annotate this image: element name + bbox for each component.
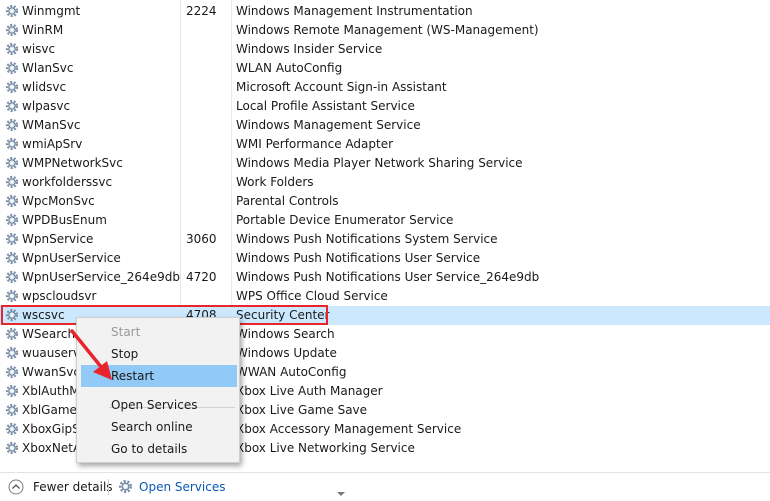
menu-item-go-to-details[interactable]: Go to details (77, 438, 239, 460)
service-name: Winmgmt (22, 4, 81, 18)
table-row[interactable]: WMPNetworkSvc Windows Media Player Networ… (0, 154, 770, 173)
bottom-bar: Fewer details Open Services (0, 472, 770, 501)
service-pid: 4720 (186, 270, 217, 284)
table-row[interactable]: wlpasvc Local Profile Assistant Service (0, 97, 770, 116)
service-description: Xbox Accessory Management Service (236, 422, 462, 436)
service-description: Windows Management Instrumentation (236, 4, 473, 18)
service-description: Portable Device Enumerator Service (236, 213, 454, 227)
service-description: Windows Remote Management (WS-Management… (236, 23, 539, 37)
service-name: WpnUserService (22, 251, 121, 265)
service-description: Windows Push Notifications User Service_… (236, 270, 540, 284)
service-description: WWAN AutoConfig (236, 365, 347, 379)
gear-icon (5, 99, 19, 113)
service-name: wpscloudsvr (22, 289, 97, 303)
service-name: wisvc (22, 42, 56, 56)
service-description: Windows Push Notifications System Servic… (236, 232, 498, 246)
table-row[interactable]: WpnService 3060 Windows Push Notifications… (0, 230, 770, 249)
service-description: Work Folders (236, 175, 314, 189)
service-name: wlidsvc (22, 80, 67, 94)
gear-icon (5, 23, 19, 37)
service-description: WMI Performance Adapter (236, 137, 394, 151)
table-row[interactable]: WinRM Windows Remote Management (WS-Manag… (0, 21, 770, 40)
table-row[interactable]: wlidsvc Microsoft Account Sign-in Assista… (0, 78, 770, 97)
service-name: WpcMonSvc (22, 194, 95, 208)
service-description: Windows Search (236, 327, 335, 341)
service-description: Local Profile Assistant Service (236, 99, 415, 113)
gear-icon (5, 270, 19, 284)
service-name: WpnUserService_264e9db (22, 270, 180, 284)
gear-icon (5, 422, 19, 436)
service-name: WPDBusEnum (22, 213, 107, 227)
table-row[interactable]: workfolderssvc Work Folders (0, 173, 770, 192)
table-row[interactable]: WPDBusEnum Portable Device Enumerator Ser… (0, 211, 770, 230)
service-name: WlanSvc (22, 61, 74, 75)
table-row[interactable]: wisvc Windows Insider Service (0, 40, 770, 59)
gear-icon (5, 61, 19, 75)
service-description: Xbox Live Game Save (236, 403, 368, 417)
table-row[interactable]: wmiApSrv WMI Performance Adapter (0, 135, 770, 154)
service-description: Xbox Live Auth Manager (236, 384, 383, 398)
gear-icon (5, 194, 19, 208)
gear-icon (5, 232, 19, 246)
table-row[interactable]: WpcMonSvc Parental Controls (0, 192, 770, 211)
table-row[interactable]: WManSvc Windows Management Service (0, 116, 770, 135)
gear-icon (5, 403, 19, 417)
gear-icon (5, 441, 19, 455)
table-row[interactable]: WpnUserService_264e9db 4720 Windows Push N… (0, 268, 770, 287)
service-description: Xbox Live Networking Service (236, 441, 415, 455)
services-gear-icon (118, 479, 133, 494)
chevron-up-icon (8, 479, 24, 495)
service-name: wmiApSrv (22, 137, 83, 151)
gear-icon (5, 80, 19, 94)
gear-icon (5, 137, 19, 151)
scroll-grip-icon[interactable] (337, 492, 345, 496)
open-services-label: Open Services (139, 480, 226, 494)
service-name: wlpasvc (22, 99, 71, 113)
gear-icon (5, 42, 19, 56)
service-name: WMPNetworkSvc (22, 156, 123, 170)
gear-icon (5, 289, 19, 303)
table-row[interactable]: wpscloudsvr WPS Office Cloud Service (0, 287, 770, 306)
service-name: XboxNetA (22, 441, 82, 455)
table-row[interactable]: Winmgmt 2224 Windows Management Instrument… (0, 2, 770, 21)
service-description: Parental Controls (236, 194, 339, 208)
table-row[interactable]: WpnUserService Windows Push Notifications… (0, 249, 770, 268)
gear-icon (5, 346, 19, 360)
service-pid: 2224 (186, 4, 217, 18)
service-description: Windows Push Notifications User Service (236, 251, 481, 265)
gear-icon (5, 327, 19, 341)
service-name: WManSvc (22, 118, 81, 132)
gear-icon (5, 175, 19, 189)
bottom-divider (108, 479, 109, 495)
gear-icon (5, 251, 19, 265)
annotation-arrow-icon (70, 329, 112, 380)
service-description: Windows Insider Service (236, 42, 383, 56)
gear-icon (5, 118, 19, 132)
gear-icon (5, 213, 19, 227)
service-name: WinRM (22, 23, 64, 37)
service-description: WLAN AutoConfig (236, 61, 343, 75)
fewer-details-label: Fewer details (33, 480, 113, 494)
table-row[interactable]: WlanSvc WLAN AutoConfig (0, 59, 770, 78)
gear-icon (5, 365, 19, 379)
service-description: Windows Media Player Network Sharing Ser… (236, 156, 523, 170)
menu-item-open-services[interactable]: Open Services (77, 394, 239, 416)
service-pid: 3060 (186, 232, 217, 246)
service-name: workfolderssvc (22, 175, 113, 189)
service-description: Windows Update (236, 346, 337, 360)
service-description: Microsoft Account Sign-in Assistant (236, 80, 447, 94)
service-name: WpnService (22, 232, 94, 246)
service-description: WPS Office Cloud Service (236, 289, 388, 303)
service-description: Windows Management Service (236, 118, 421, 132)
gear-icon (5, 156, 19, 170)
gear-icon (5, 384, 19, 398)
gear-icon (5, 4, 19, 18)
menu-item-search-online[interactable]: Search online (77, 416, 239, 438)
